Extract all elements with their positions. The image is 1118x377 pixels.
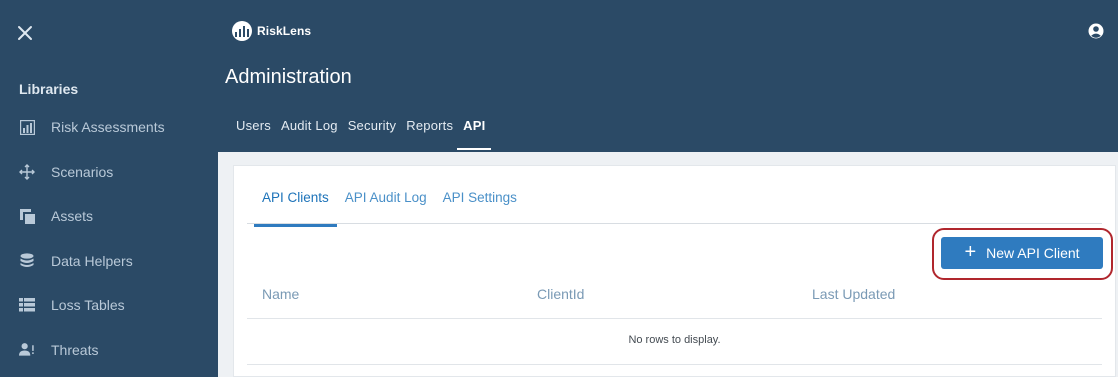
new-api-client-button[interactable]: + New API Client [941, 237, 1103, 269]
sidebar-item-label: Assets [51, 208, 94, 225]
tab-audit-log[interactable]: Audit Log [281, 118, 338, 150]
tab-api-settings[interactable]: API Settings [443, 190, 517, 219]
user-account-icon[interactable] [1088, 23, 1104, 39]
column-header-last-updated[interactable]: Last Updated [812, 286, 895, 302]
header: RiskLens Administration Users Audit Log … [218, 0, 1118, 152]
divider [247, 364, 1102, 365]
sidebar-item-data-helpers[interactable]: Data Helpers [0, 239, 218, 284]
scenarios-icon [19, 163, 35, 180]
page-title: Administration [225, 66, 352, 88]
divider [247, 223, 1102, 224]
sidebar-item-label: Loss Tables [51, 297, 125, 314]
tab-api[interactable]: API [457, 118, 492, 150]
tab-reports[interactable]: Reports [406, 118, 453, 150]
tab-api-audit-log[interactable]: API Audit Log [345, 190, 427, 219]
sidebar-item-label: Threats [51, 341, 99, 358]
logo-icon [232, 21, 252, 41]
sidebar: Libraries Risk Assessments Scenarios Ass… [0, 0, 218, 377]
table-icon [19, 297, 35, 313]
brand-name: RiskLens [257, 24, 312, 38]
assets-icon [19, 208, 35, 224]
close-icon[interactable] [14, 22, 36, 44]
new-api-client-label: New API Client [986, 245, 1080, 261]
sidebar-item-risk-assessments[interactable]: Risk Assessments [0, 105, 218, 150]
brand-logo[interactable]: RiskLens [232, 21, 311, 41]
sidebar-section-libraries: Libraries [19, 81, 79, 97]
plus-icon: + [964, 241, 977, 263]
chart-icon [19, 119, 35, 135]
sidebar-item-label: Data Helpers [51, 252, 133, 269]
divider [247, 318, 1102, 319]
threats-icon [19, 342, 35, 358]
sidebar-item-label: Risk Assessments [51, 119, 165, 136]
sidebar-list: Risk Assessments Scenarios Assets Data H… [0, 105, 218, 372]
sidebar-item-threats[interactable]: Threats [0, 328, 218, 373]
admin-tabs: Users Audit Log Security Reports API [236, 118, 495, 150]
sidebar-item-loss-tables[interactable]: Loss Tables [0, 283, 218, 328]
sidebar-item-scenarios[interactable]: Scenarios [0, 150, 218, 195]
tab-security[interactable]: Security [348, 118, 397, 150]
sidebar-item-assets[interactable]: Assets [0, 194, 218, 239]
tab-users[interactable]: Users [236, 118, 271, 150]
empty-table-message: No rows to display. [628, 334, 721, 346]
sidebar-item-label: Scenarios [51, 163, 114, 180]
tab-api-clients[interactable]: API Clients [254, 190, 337, 227]
column-header-clientid[interactable]: ClientId [537, 286, 584, 302]
database-icon [19, 253, 35, 269]
column-header-name[interactable]: Name [262, 286, 299, 302]
api-sub-tabs: API Clients API Audit Log API Settings [254, 190, 533, 227]
